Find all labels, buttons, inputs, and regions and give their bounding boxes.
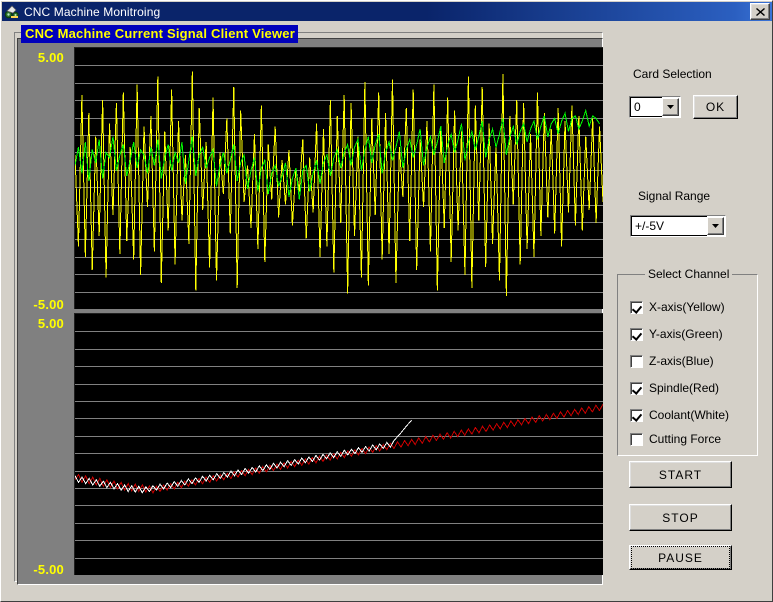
card-selection-label: Card Selection	[633, 67, 712, 81]
bottom-chart-min-label: -5.00	[33, 562, 64, 577]
checkbox-x-axis[interactable]: X-axis(Yellow)	[630, 299, 725, 315]
chevron-down-icon[interactable]	[662, 98, 679, 116]
checkbox-y-axis-label: Y-axis(Green)	[649, 327, 723, 341]
checkbox-spindle-label: Spindle(Red)	[649, 381, 720, 395]
checkbox-spindle[interactable]: Spindle(Red)	[630, 380, 719, 396]
checkbox-icon[interactable]	[630, 354, 643, 368]
checkbox-icon[interactable]	[630, 408, 643, 422]
bottom-chart-max-label: 5.00	[37, 316, 64, 331]
checkbox-icon[interactable]	[630, 300, 643, 314]
select-channel-title: Select Channel	[645, 267, 733, 281]
checkbox-z-axis[interactable]: Z-axis(Blue)	[630, 353, 714, 369]
ok-button[interactable]: OK	[693, 95, 738, 119]
card-selection-value: 0	[630, 97, 662, 117]
cnc-app-icon	[4, 3, 20, 20]
pause-button-label: PAUSE	[658, 550, 703, 565]
checkbox-cutting-force-label: Cutting Force	[649, 432, 722, 446]
checkbox-icon[interactable]	[630, 327, 643, 341]
signal-range-dropdown[interactable]: +/-5V	[630, 215, 726, 237]
signal-range-label: Signal Range	[638, 189, 711, 203]
page-title: CNC Machine Current Signal Client Viewer	[21, 25, 298, 43]
pause-button-focus-ring: PAUSE	[631, 546, 730, 569]
top-chart-min-label: -5.00	[33, 297, 64, 312]
title-bar: CNC Machine Monitroing	[2, 2, 772, 21]
chevron-down-icon[interactable]	[707, 217, 724, 235]
checkbox-z-axis-label: Z-axis(Blue)	[649, 354, 714, 368]
window-title: CNC Machine Monitroing	[24, 4, 161, 19]
top-signal-chart[interactable]	[74, 47, 603, 309]
stop-button[interactable]: STOP	[629, 504, 732, 531]
graph-panel: 5.00 -5.00 5.00 -5.00	[17, 38, 603, 585]
ok-button-label: OK	[705, 100, 726, 114]
pause-button[interactable]: PAUSE	[629, 545, 732, 570]
checkbox-coolant[interactable]: Coolant(White)	[630, 407, 729, 423]
start-button-label: START	[658, 467, 703, 482]
start-button[interactable]: START	[629, 461, 732, 488]
signal-range-value: +/-5V	[631, 216, 707, 236]
checkbox-coolant-label: Coolant(White)	[649, 408, 730, 422]
top-chart-max-label: 5.00	[37, 50, 64, 65]
card-selection-dropdown[interactable]: 0	[629, 96, 681, 118]
checkbox-cutting-force[interactable]: Cutting Force	[630, 431, 721, 447]
checkbox-x-axis-label: X-axis(Yellow)	[649, 300, 725, 314]
checkbox-y-axis[interactable]: Y-axis(Green)	[630, 326, 723, 342]
cnc-monitoring-window: CNC Machine Monitroing CNC Machine Curre…	[0, 0, 773, 602]
bottom-signal-chart[interactable]	[74, 313, 603, 575]
checkbox-icon[interactable]	[630, 381, 643, 395]
stop-button-label: STOP	[662, 510, 699, 525]
checkbox-icon[interactable]	[630, 432, 643, 446]
close-icon[interactable]	[750, 3, 770, 20]
